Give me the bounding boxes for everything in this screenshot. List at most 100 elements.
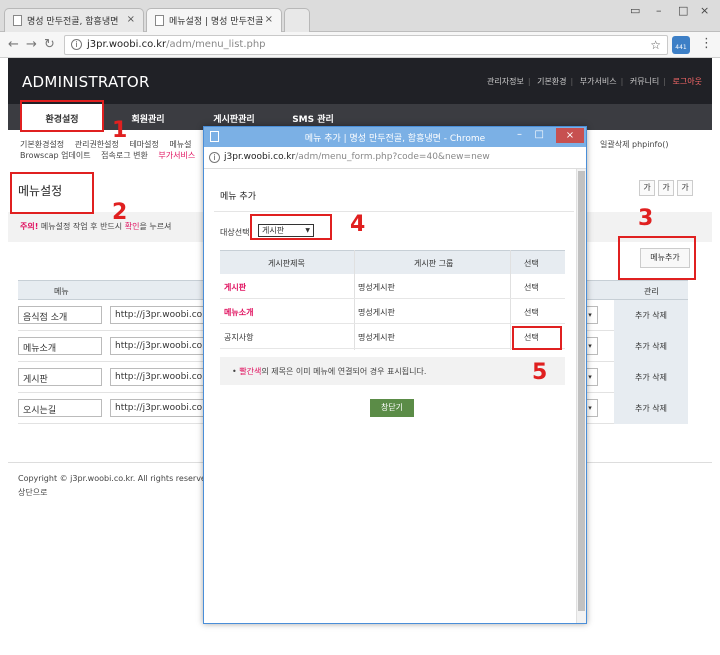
browser-tab-2[interactable]: 메뉴설정 | 명성 만두전골 ×	[146, 8, 282, 32]
font-medium-button[interactable]: 가	[658, 180, 674, 196]
select-link[interactable]: 선택	[524, 282, 539, 293]
scrollbar-thumb[interactable]	[578, 171, 585, 611]
table-row: 게시판 명성게시판 선택	[220, 274, 565, 299]
back-icon[interactable]: ←	[8, 37, 19, 52]
close-window-icon[interactable]: ×	[700, 4, 709, 17]
board-title: 게시판	[224, 283, 247, 292]
footer: Copyright © j3pr.woobi.co.kr. All rights…	[18, 472, 211, 500]
menu-icon[interactable]: ⋮	[700, 36, 713, 51]
tab-label: 메뉴설정 | 명성 만두전골	[169, 17, 264, 27]
page-icon	[155, 15, 164, 26]
annotation-number-3: 3	[638, 206, 654, 231]
popup-titlebar: 메뉴 추가 | 명성 만두전골, 함흥냉면 - Chrome – □ ×	[204, 127, 586, 147]
url-path: /adm/menu_list.php	[166, 39, 266, 50]
manage-links[interactable]: 추가 삭제	[614, 393, 688, 424]
annotation-box-4	[250, 214, 332, 240]
subnav-browscap[interactable]: Browscap 업데이트	[20, 151, 91, 160]
top-link-addons[interactable]: 부가서비스	[580, 77, 617, 86]
subnav-phpinfo[interactable]: phpinfo()	[632, 139, 668, 150]
address-bar[interactable]: i j3pr.woobi.co.kr/adm/menu_list.php ☆	[64, 35, 668, 55]
reload-icon[interactable]: ↻	[44, 37, 55, 52]
select-link[interactable]: 선택	[524, 307, 539, 318]
notice-warn: 주의!	[20, 222, 39, 231]
extension-badge: 441	[675, 44, 687, 51]
subnav-addons[interactable]: 부가서비스	[158, 151, 195, 160]
board-table-header: 게시판제목 게시판 그룹 선택	[220, 250, 565, 274]
minimize-icon[interactable]: –	[656, 4, 662, 17]
close-window-button[interactable]: 창닫기	[370, 399, 414, 417]
annotation-box-2	[10, 172, 94, 214]
popup-title: 메뉴 추가 | 명성 만두전골, 함흥냉면 - Chrome	[304, 134, 486, 144]
annotation-number-2: 2	[112, 200, 128, 225]
divider	[214, 211, 574, 212]
menu-name-input[interactable]: 음식점 소개	[18, 306, 102, 324]
popup-url-host: j3pr.woobi.co.kr	[224, 152, 296, 162]
info-icon[interactable]: i	[209, 152, 220, 163]
minimize-icon[interactable]: –	[517, 129, 522, 140]
admin-logo[interactable]: ADMINISTRATOR	[22, 73, 150, 91]
forward-icon[interactable]: →	[26, 37, 37, 52]
note-red-word: 빨간색	[239, 367, 262, 376]
manage-links[interactable]: 추가 삭제	[614, 362, 688, 393]
new-tab-button[interactable]	[284, 8, 310, 32]
menu-url-input[interactable]: http://j3pr.woobi.co.	[110, 368, 210, 386]
user-icon[interactable]: ▭	[630, 4, 640, 17]
font-large-button[interactable]: 가	[677, 180, 693, 196]
notice-text1: 메뉴설정 작업 후 반드시	[40, 222, 123, 231]
maximize-icon[interactable]: □	[678, 4, 688, 17]
top-link-admin-info[interactable]: 관리자정보	[487, 77, 524, 86]
annotation-box-1	[20, 100, 104, 132]
board-group: 명성게시판	[358, 333, 395, 342]
popup-address-bar[interactable]: i j3pr.woobi.co.kr/adm/menu_form.php?cod…	[204, 147, 586, 169]
subnav-log-convert[interactable]: 접속로그 변환	[101, 151, 148, 160]
annotation-box-5	[512, 326, 562, 350]
board-group: 명성게시판	[358, 308, 395, 317]
col-board-title: 게시판제목	[268, 259, 305, 268]
subnav-theme[interactable]: 테마설정	[129, 140, 158, 149]
to-top-link[interactable]: 상단으로	[18, 486, 211, 500]
font-small-button[interactable]: 가	[639, 180, 655, 196]
browser-toolbar: ← → ↻ i j3pr.woobi.co.kr/adm/menu_list.p…	[0, 32, 720, 58]
target-select-label: 대상선택	[220, 228, 250, 237]
add-menu-popup: 메뉴 추가 | 명성 만두전골, 함흥냉면 - Chrome – □ × i j…	[203, 126, 587, 624]
admin-header: ADMINISTRATOR 관리자정보 | 기본환경 | 부가서비스 | 커뮤니티 | …	[8, 58, 712, 104]
top-link-community[interactable]: 커뮤니티	[630, 77, 659, 86]
top-links: 관리자정보 | 기본환경 | 부가서비스 | 커뮤니티 | 로그아웃	[487, 77, 702, 86]
subnav-bulk-delete[interactable]: 일괄삭제	[600, 139, 629, 150]
popup-scrollbar[interactable]	[576, 169, 586, 623]
col-menu: 메뉴	[54, 287, 69, 296]
annotation-number-1: 1	[112, 118, 128, 143]
annotation-number-4: 4	[350, 212, 366, 237]
tab-label: 명성 만두전골, 함흥냉면	[27, 17, 119, 27]
browser-tab-1[interactable]: 명성 만두전골, 함흥냉면 ×	[4, 8, 144, 32]
star-icon[interactable]: ☆	[650, 38, 661, 52]
top-link-settings[interactable]: 기본환경	[537, 77, 566, 86]
popup-heading: 메뉴 추가	[220, 192, 256, 202]
browser-tabbar: 명성 만두전골, 함흥냉면 × 메뉴설정 | 명성 만두전골 × ▭ – □ ×	[0, 0, 720, 32]
extension-icon[interactable]: 441	[672, 36, 690, 54]
menu-url-input[interactable]: http://j3pr.woobi.co.	[110, 306, 210, 324]
subnav-basic[interactable]: 기본환경설정	[20, 140, 64, 149]
col-board-group: 게시판 그룹	[414, 259, 454, 268]
board-group: 명성게시판	[358, 283, 395, 292]
manage-links[interactable]: 추가 삭제	[614, 300, 688, 331]
menu-name-input[interactable]: 메뉴소개	[18, 337, 102, 355]
note-text: 의 제목은 이미 메뉴에 연결되어 경우 표시됩니다.	[261, 367, 427, 376]
logout-link[interactable]: 로그아웃	[673, 77, 702, 86]
close-icon[interactable]: ×	[127, 14, 135, 25]
manage-links[interactable]: 추가 삭제	[614, 331, 688, 362]
board-title: 메뉴소개	[224, 308, 254, 317]
menu-url-input[interactable]: http://j3pr.woobi.co.	[110, 337, 210, 355]
annotation-box-3	[618, 236, 696, 280]
close-icon[interactable]: ×	[556, 128, 584, 143]
board-title: 공지사항	[224, 333, 254, 342]
subnav-menu[interactable]: 메뉴설	[169, 140, 191, 149]
notice-text2: 을 누르셔	[139, 222, 172, 231]
maximize-icon[interactable]: □	[535, 129, 544, 140]
close-icon[interactable]: ×	[265, 14, 273, 25]
menu-name-input[interactable]: 오시는길	[18, 399, 102, 417]
info-icon[interactable]: i	[71, 39, 82, 50]
menu-url-input[interactable]: http://j3pr.woobi.co.	[110, 399, 210, 417]
font-size-controls: 가가가	[636, 180, 693, 196]
menu-name-input[interactable]: 게시판	[18, 368, 102, 386]
